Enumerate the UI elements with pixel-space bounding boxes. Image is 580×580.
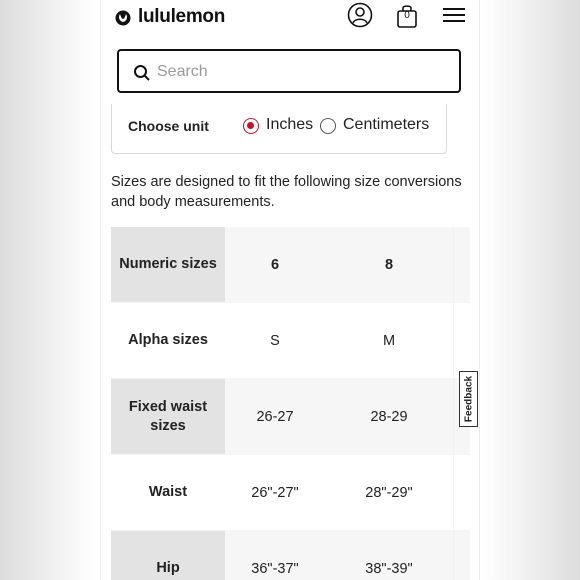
unit-label: Choose unit — [128, 118, 209, 134]
background-blur-left — [0, 0, 100, 580]
search-input[interactable]: Search — [117, 49, 461, 93]
row-header: Numeric sizes — [111, 227, 225, 303]
unit-selector: Choose unit Inches Centimeters — [111, 104, 447, 154]
radio-inches-label[interactable]: Inches — [266, 116, 313, 134]
lululemon-logo-icon[interactable] — [115, 10, 131, 26]
table-cell: 6 — [225, 227, 325, 303]
table-cell: 26-27 — [225, 378, 325, 455]
site-header: lululemon 0 — [101, 0, 479, 40]
table-cell: 28"-29" — [325, 454, 454, 531]
search-placeholder: Search — [157, 63, 208, 80]
mobile-page: lululemon 0 Search Choose unit Inches Ce… — [101, 0, 479, 580]
search-icon — [134, 65, 150, 81]
brand-name[interactable]: lululemon — [138, 6, 225, 28]
row-header: Fixed waist sizes — [111, 378, 225, 455]
table-cell: 8 — [325, 227, 454, 303]
table-cell: S — [225, 302, 325, 379]
table-cell: 36"-37" — [225, 530, 325, 580]
row-header: Hip — [111, 530, 225, 580]
user-account-icon[interactable] — [347, 2, 373, 28]
table-cell: M — [325, 302, 454, 379]
row-header: Alpha sizes — [111, 302, 225, 379]
table-cell-overflow — [453, 302, 470, 379]
table-cell-overflow — [453, 454, 470, 531]
radio-centimeters-label[interactable]: Centimeters — [343, 116, 429, 134]
radio-inches[interactable] — [243, 118, 259, 134]
table-cell-overflow — [453, 227, 470, 303]
radio-centimeters[interactable] — [320, 118, 336, 134]
table-cell: 28-29 — [325, 378, 454, 455]
row-header: Waist — [111, 454, 225, 531]
table-row: Waist 26"-27" 28"-29" — [111, 454, 470, 531]
feedback-label[interactable]: Feedback — [463, 376, 474, 422]
table-row: Alpha sizes S M — [111, 302, 470, 379]
table-row: Numeric sizes 6 8 — [111, 227, 470, 303]
table-row: Hip 36"-37" 38"-39" — [111, 530, 470, 580]
size-intro-text: Sizes are designed to fit the following … — [111, 174, 462, 210]
table-cell-overflow — [453, 530, 470, 580]
feedback-button[interactable]: Feedback — [459, 371, 478, 427]
table-row: Fixed waist sizes 26-27 28-29 — [111, 378, 470, 455]
table-cell: 38"-39" — [325, 530, 454, 580]
table-cell: 26"-27" — [225, 454, 325, 531]
bag-count: 0 — [404, 10, 410, 21]
background-blur-right — [480, 0, 580, 580]
hamburger-menu-icon[interactable] — [443, 6, 465, 24]
size-chart-table: Numeric sizes 6 8 Alpha sizes S M Fixed … — [111, 227, 470, 580]
